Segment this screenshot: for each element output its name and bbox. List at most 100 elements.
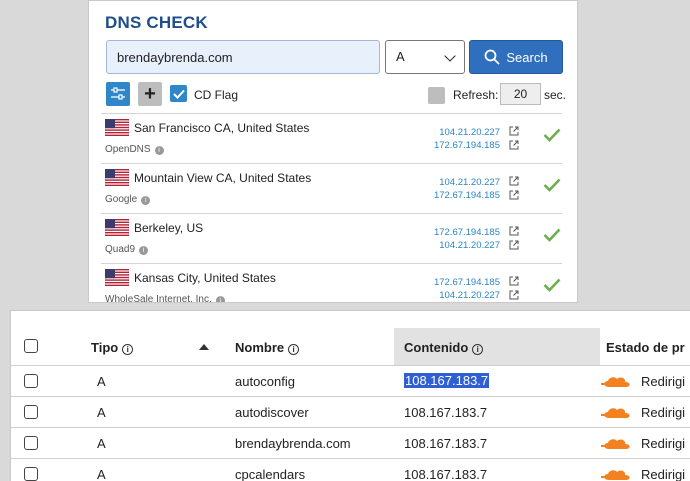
dns-check-panel: DNS CHECK A Search + CD Flag Refresh: se…: [88, 0, 578, 303]
list-item: Mountain View CA, United States Google i …: [101, 163, 562, 213]
table-row[interactable]: A cpcalendars 108.167.183.7 Redirigi: [11, 459, 690, 481]
row-checkbox[interactable]: [24, 405, 38, 419]
record-name: autodiscover: [235, 405, 309, 420]
record-content[interactable]: 108.167.183.7: [404, 405, 487, 420]
ip-address: 104.21.20.227: [439, 177, 500, 188]
success-check-icon: [543, 178, 561, 192]
ip-address: 172.67.194.185: [433, 227, 500, 238]
ip-address: 104.21.20.227: [439, 240, 500, 251]
record-name: cpcalendars: [235, 467, 306, 481]
external-link-icon[interactable]: [509, 276, 519, 286]
search-icon: [484, 49, 500, 65]
record-name: brendaybrenda.com: [235, 436, 351, 451]
record-type-value: A: [396, 49, 405, 64]
page-title: DNS CHECK: [105, 13, 208, 32]
plus-icon: +: [144, 83, 156, 105]
sliders-icon: [111, 87, 125, 100]
server-location: San Francisco CA, United States: [134, 121, 310, 135]
success-check-icon: [543, 128, 561, 142]
checkmark-icon: [172, 89, 185, 99]
record-content[interactable]: 108.167.183.7: [404, 467, 487, 481]
search-button[interactable]: Search: [469, 40, 563, 74]
table-row[interactable]: A autoconfig 108.167.183.7 Redirigi: [11, 366, 690, 397]
server-location: Kansas City, United States: [134, 271, 276, 285]
record-type: A: [97, 405, 106, 420]
proxy-status: Redirigi: [641, 374, 686, 389]
server-provider: OpenDNS i: [105, 144, 164, 155]
ip-address: 104.21.20.227: [439, 127, 500, 138]
us-flag-icon: [105, 269, 129, 286]
ip-address: 172.67.194.185: [433, 190, 500, 201]
external-link-icon[interactable]: [509, 190, 519, 200]
refresh-label: Refresh:: [453, 88, 499, 102]
record-type: A: [97, 467, 106, 481]
us-flag-icon: [105, 219, 129, 236]
external-link-icon[interactable]: [509, 126, 519, 136]
info-icon[interactable]: i: [139, 246, 149, 255]
column-header-contenido[interactable]: Contenido i: [404, 340, 484, 355]
table-header: Tipo i Nombre i Contenido i Estado de pr: [11, 328, 690, 366]
sort-ascending-icon[interactable]: [199, 344, 209, 350]
info-icon[interactable]: i: [141, 196, 151, 205]
record-type-select[interactable]: A: [385, 40, 465, 74]
resolved-ips: 172.67.194.185 104.21.20.227: [434, 276, 500, 302]
info-icon[interactable]: i: [215, 296, 225, 302]
cd-flag-checkbox[interactable]: [170, 85, 187, 102]
resolved-ips: 104.21.20.227 172.67.194.185: [434, 126, 500, 152]
server-provider: Google i: [105, 194, 151, 205]
success-check-icon: [543, 228, 561, 242]
proxy-status: Redirigi: [641, 405, 686, 420]
record-type: A: [97, 436, 106, 451]
record-content[interactable]: 108.167.183.7: [404, 373, 490, 388]
row-checkbox[interactable]: [24, 467, 38, 481]
us-flag-icon: [105, 119, 129, 136]
column-header-tipo[interactable]: Tipo i: [91, 340, 134, 355]
chevron-down-icon: [444, 50, 456, 62]
server-provider: WholeSale Internet, Inc. i: [105, 294, 225, 302]
info-icon[interactable]: i: [472, 344, 484, 355]
record-content[interactable]: 108.167.183.7: [404, 436, 487, 451]
server-location: Mountain View CA, United States: [134, 171, 312, 185]
server-provider: Quad9 i: [105, 244, 149, 255]
select-all-checkbox[interactable]: [24, 339, 38, 353]
proxied-cloud-icon[interactable]: [601, 406, 633, 420]
list-item: Berkeley, US Quad9 i 172.67.194.185 104.2…: [101, 213, 562, 263]
info-icon[interactable]: i: [122, 344, 134, 355]
us-flag-icon: [105, 169, 129, 186]
external-link-icon[interactable]: [509, 240, 519, 250]
info-icon[interactable]: i: [154, 146, 164, 155]
record-name: autoconfig: [235, 374, 295, 389]
external-link-icon[interactable]: [509, 176, 519, 186]
external-link-icon[interactable]: [509, 140, 519, 150]
ip-address: 172.67.194.185: [433, 140, 500, 151]
proxy-status: Redirigi: [641, 467, 686, 481]
proxied-cloud-icon[interactable]: [601, 468, 633, 481]
add-button[interactable]: +: [138, 82, 162, 106]
list-item: San Francisco CA, United States OpenDNS i…: [101, 113, 562, 163]
success-check-icon: [543, 278, 561, 292]
external-link-icon[interactable]: [509, 290, 519, 300]
record-type: A: [97, 374, 106, 389]
domain-input[interactable]: [106, 40, 380, 74]
resolved-ips: 172.67.194.185 104.21.20.227: [434, 226, 500, 252]
info-icon[interactable]: i: [288, 344, 300, 355]
table-row[interactable]: A autodiscover 108.167.183.7 Redirigi: [11, 397, 690, 428]
refresh-unit-label: sec.: [544, 88, 567, 102]
row-checkbox[interactable]: [24, 436, 38, 450]
list-item: Kansas City, United States WholeSale Int…: [101, 263, 562, 302]
proxy-status: Redirigi: [641, 436, 686, 451]
filter-settings-button[interactable]: [106, 82, 130, 106]
external-link-icon[interactable]: [509, 226, 519, 236]
refresh-interval-input[interactable]: [500, 83, 541, 105]
table-row[interactable]: A brendaybrenda.com 108.167.183.7 Rediri…: [11, 428, 690, 459]
search-button-label: Search: [506, 49, 548, 65]
ip-address: 172.67.194.185: [433, 277, 500, 288]
row-checkbox[interactable]: [24, 374, 38, 388]
server-location: Berkeley, US: [134, 221, 204, 235]
proxied-cloud-icon[interactable]: [601, 375, 633, 389]
column-header-nombre[interactable]: Nombre i: [235, 340, 300, 355]
ip-address: 104.21.20.227: [439, 290, 500, 301]
column-header-estado[interactable]: Estado de pr: [606, 340, 685, 355]
proxied-cloud-icon[interactable]: [601, 437, 633, 451]
refresh-checkbox[interactable]: [428, 87, 445, 104]
